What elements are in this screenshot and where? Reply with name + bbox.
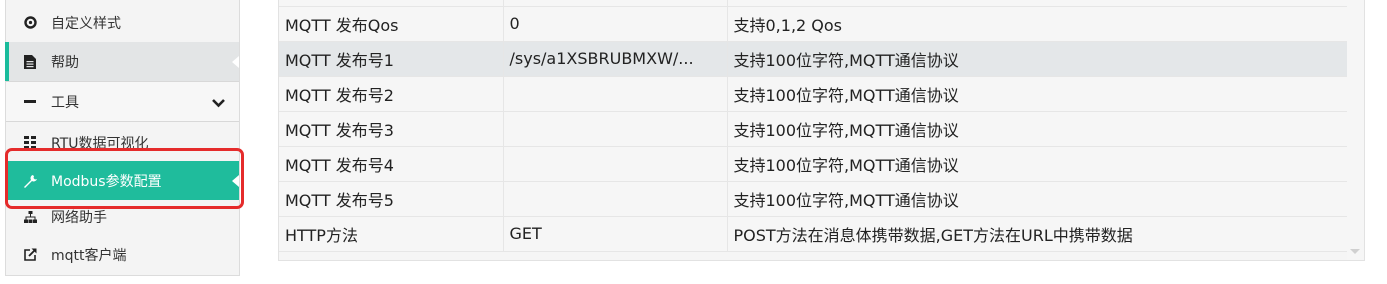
param-value-cell[interactable]: GET [503, 216, 728, 252]
param-value-cell[interactable] [503, 146, 728, 182]
sidebar-item-help[interactable]: 帮助 [5, 42, 239, 81]
table-row[interactable]: HTTP方法 GET POST方法在消息体携带数据,GET方法在URL中携带数据 [279, 216, 1350, 252]
sidebar-item-label: 帮助 [51, 54, 79, 71]
param-name-cell: MQTT 发布Qos [279, 6, 504, 42]
param-name-cell: MQTT 发布号5 [279, 181, 504, 217]
param-desc-cell: 支持100位字符,MQTT通信协议 [727, 76, 1350, 112]
sidebar-item-rtu-visualization[interactable]: RTU数据可视化 [6, 123, 239, 162]
sidebar-item-label: 网络助手 [51, 209, 107, 226]
param-desc-cell: POST方法在消息体携带数据,GET方法在URL中携带数据 [727, 216, 1350, 252]
parameter-table: MQTT 发布Qos 0 支持0,1,2 Qos MQTT 发布号1 /sys/… [279, 0, 1350, 252]
table-row[interactable]: MQTT 发布号3 支持100位字符,MQTT通信协议 [279, 111, 1350, 147]
custom-style-icon [22, 15, 38, 31]
table-row[interactable]: MQTT 发布Qos 0 支持0,1,2 Qos [279, 6, 1350, 42]
table-row[interactable]: MQTT 发布号4 支持100位字符,MQTT通信协议 [279, 146, 1350, 182]
param-name-cell: MQTT 发布号1 [279, 41, 504, 77]
sidebar: 自定义样式 帮助 工具 RTU数据可视化 Modbus参数配置 网络助手 mqt… [5, 0, 240, 276]
parameter-table-panel: MQTT 发布Qos 0 支持0,1,2 Qos MQTT 发布号1 /sys/… [278, 0, 1365, 261]
param-name-cell: MQTT 发布号2 [279, 76, 504, 112]
sidebar-item-network-assistant[interactable]: 网络助手 [6, 197, 239, 236]
sidebar-item-modbus-config[interactable]: Modbus参数配置 [6, 161, 239, 200]
sidebar-item-label: RTU数据可视化 [51, 135, 149, 152]
param-desc-cell: 支持0,1,2 Qos [727, 6, 1350, 42]
table-row-selected[interactable]: MQTT 发布号1 /sys/a1XSBRUBMXW/... 支持100位字符,… [279, 41, 1350, 77]
param-desc-cell: 支持100位字符,MQTT通信协议 [727, 146, 1350, 182]
sidebar-item-label: 自定义样式 [51, 15, 121, 32]
param-name-cell: MQTT 发布号4 [279, 146, 504, 182]
param-value-cell[interactable] [503, 181, 728, 217]
active-caret [232, 55, 239, 68]
sidebar-item-label: mqtt客户端 [51, 247, 127, 264]
sidebar-section-label: 工具 [51, 94, 79, 111]
param-value-cell[interactable]: /sys/a1XSBRUBMXW/... [503, 41, 728, 77]
table-row[interactable]: MQTT 发布号2 支持100位字符,MQTT通信协议 [279, 76, 1350, 112]
param-value-cell[interactable] [503, 76, 728, 112]
chevron-down-icon[interactable] [212, 96, 225, 112]
table-row[interactable]: MQTT 发布号5 支持100位字符,MQTT通信协议 [279, 181, 1350, 217]
param-desc-cell: 支持100位字符,MQTT通信协议 [727, 41, 1350, 77]
active-caret [232, 174, 239, 187]
sidebar-section-tools[interactable]: 工具 [6, 81, 239, 122]
sidebar-item-mqtt-client[interactable]: mqtt客户端 [6, 235, 239, 274]
param-desc-cell: 支持100位字符,MQTT通信协议 [727, 181, 1350, 217]
grid-icon [22, 135, 38, 151]
vertical-scrollbar[interactable] [1347, 0, 1364, 260]
external-link-icon [22, 247, 38, 263]
scroll-down-arrow-icon[interactable] [1350, 249, 1360, 254]
param-value-cell[interactable]: 0 [503, 6, 728, 42]
document-icon [22, 54, 38, 70]
param-value-cell[interactable] [503, 111, 728, 147]
network-icon [22, 209, 38, 225]
minus-icon [22, 94, 38, 110]
param-desc-cell: 支持100位字符,MQTT通信协议 [727, 111, 1350, 147]
wrench-icon [22, 173, 38, 189]
param-name-cell: MQTT 发布号3 [279, 111, 504, 147]
sidebar-item-custom-style[interactable]: 自定义样式 [6, 3, 239, 42]
sidebar-item-label: Modbus参数配置 [51, 173, 162, 190]
param-name-cell: HTTP方法 [279, 216, 504, 252]
